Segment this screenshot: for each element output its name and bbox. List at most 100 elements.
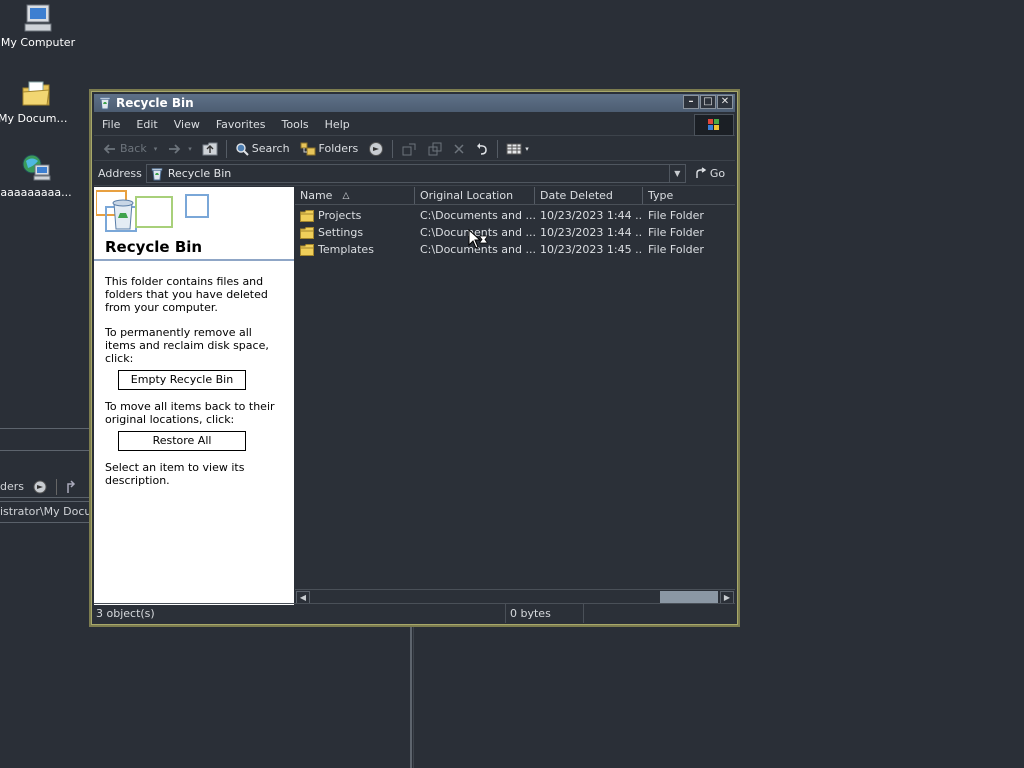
select-item-hint: Select an item to view its description.	[105, 461, 245, 487]
column-header-type[interactable]: Type	[643, 187, 733, 204]
background-address-text: istrator\My Docum	[0, 505, 90, 518]
file-type: File Folder	[648, 209, 704, 222]
file-date: 10/23/2023 1:44 ...	[540, 209, 643, 222]
column-header-row: Name △ Original Location Date Deleted Ty…	[295, 187, 735, 205]
task-pane-title: Recycle Bin	[105, 238, 203, 256]
menu-bar: File Edit View Favorites Tools Help	[94, 114, 735, 136]
views-button[interactable]: ▾	[501, 139, 534, 159]
folders-label: Folders	[318, 142, 359, 155]
menu-help[interactable]: Help	[317, 118, 358, 131]
file-name-cell: Templates	[295, 243, 415, 256]
up-folder-button[interactable]	[197, 139, 223, 159]
chevron-down-icon: ▾	[525, 144, 529, 153]
task-pane-header: Recycle Bin	[94, 187, 294, 261]
file-name: Templates	[318, 243, 374, 256]
file-name-cell: Settings	[295, 226, 415, 239]
table-row[interactable]: Projects C:\Documents and ... 10/23/2023…	[295, 207, 735, 224]
recycle-bin-icon	[99, 97, 111, 110]
file-list: Name △ Original Location Date Deleted Ty…	[295, 187, 735, 605]
file-location: C:\Documents and ...	[420, 209, 535, 222]
minimize-button[interactable]: –	[683, 95, 699, 109]
toolbar-separator	[392, 139, 394, 158]
computer-icon	[24, 4, 52, 32]
table-row[interactable]: Templates C:\Documents and ... 10/23/202…	[295, 241, 735, 258]
folder-icon	[300, 243, 314, 256]
network-computer-icon	[22, 154, 51, 181]
chevron-down-icon: ▾	[188, 144, 192, 153]
address-bar: Address Recycle Bin ▼ Go	[94, 162, 735, 186]
background-window-address: istrator\My Docum	[0, 501, 90, 523]
menu-edit[interactable]: Edit	[128, 118, 165, 131]
status-size: 0 bytes	[506, 604, 584, 623]
sort-ascending-icon: △	[342, 190, 350, 201]
move-to-button[interactable]	[396, 139, 422, 159]
maximize-button[interactable]: □	[700, 95, 716, 109]
menu-tools[interactable]: Tools	[274, 118, 317, 131]
media-button[interactable]	[363, 139, 389, 159]
background-window-toolbar: ders	[0, 476, 90, 498]
copy-to-icon	[428, 142, 442, 155]
background-window-edge	[413, 627, 414, 768]
menu-view[interactable]: View	[166, 118, 208, 131]
task-pane: Recycle Bin This folder contains files a…	[94, 187, 294, 605]
chevron-down-icon: ▼	[674, 169, 681, 178]
status-bar: 3 object(s) 0 bytes	[94, 603, 735, 623]
file-name: Projects	[318, 209, 362, 222]
windows-flag-icon	[708, 119, 719, 130]
close-button[interactable]: ✕	[717, 95, 733, 109]
title-bar[interactable]: Recycle Bin – □ ✕	[94, 94, 735, 112]
menu-file[interactable]: File	[94, 118, 128, 131]
column-header-name[interactable]: Name △	[295, 187, 415, 204]
folder-icon	[300, 209, 314, 222]
forward-button[interactable]: ▾	[162, 139, 197, 159]
file-date: 10/23/2023 1:45 ...	[540, 243, 643, 256]
folders-icon	[300, 142, 316, 155]
desktop-icon-network[interactable]: aaaaaaaaa...	[0, 152, 74, 199]
go-button[interactable]: Go	[694, 167, 725, 180]
recycle-bin-icon	[151, 167, 163, 180]
back-label: Back	[120, 142, 147, 155]
standard-toolbar: Back ▾ ▾ Search Folders ▾	[94, 137, 735, 161]
window-title: Recycle Bin	[116, 96, 194, 110]
column-header-original-location[interactable]: Original Location	[415, 187, 535, 204]
background-toolbar-text: ders	[0, 480, 25, 493]
copy-to-button[interactable]	[422, 139, 448, 159]
menu-favorites[interactable]: Favorites	[208, 118, 274, 131]
back-arrow-icon	[103, 143, 115, 154]
delete-x-icon	[454, 143, 464, 154]
desktop-icon-label: aaaaaaaaa...	[0, 186, 72, 199]
empty-instructions: To permanently remove all items and recl…	[105, 326, 269, 365]
windows-logo	[694, 114, 734, 136]
address-value: Recycle Bin	[167, 167, 232, 180]
go-arrow-icon	[696, 167, 707, 178]
search-icon	[236, 142, 249, 156]
delete-button[interactable]	[448, 139, 470, 159]
undo-icon	[477, 142, 488, 155]
back-button[interactable]: Back ▾	[98, 139, 162, 159]
recycle-bin-banner-icon	[96, 190, 209, 232]
column-header-date-deleted[interactable]: Date Deleted	[535, 187, 643, 204]
search-label: Search	[251, 142, 290, 155]
media-icon	[369, 141, 384, 156]
desktop-icon-my-documents[interactable]: My Documents	[0, 78, 74, 125]
file-name-cell: Projects	[295, 209, 415, 222]
file-date: 10/23/2023 1:44 ...	[540, 226, 643, 239]
forward-arrow-icon	[169, 143, 181, 154]
address-dropdown-button[interactable]: ▼	[668, 165, 685, 182]
go-label: Go	[709, 167, 726, 180]
desktop-icon-my-computer[interactable]: My Computer	[0, 2, 76, 49]
search-button[interactable]: Search	[230, 139, 295, 159]
chevron-down-icon: ▾	[153, 144, 158, 153]
background-window-edge	[410, 627, 412, 768]
undo-button[interactable]	[470, 139, 494, 159]
restore-instructions: To move all items back to their original…	[105, 400, 275, 426]
folders-button[interactable]: Folders	[295, 139, 364, 159]
table-row[interactable]: Settings C:\Documents and ... 10/23/2023…	[295, 224, 735, 241]
up-folder-icon	[67, 479, 76, 493]
empty-recycle-bin-button[interactable]: Empty Recycle Bin	[118, 370, 246, 390]
address-input[interactable]: Recycle Bin ▼	[145, 164, 686, 183]
status-object-count: 3 object(s)	[94, 604, 506, 623]
background-window-edge	[0, 428, 90, 429]
move-to-icon	[402, 143, 416, 155]
restore-all-button[interactable]: Restore All	[118, 431, 246, 451]
